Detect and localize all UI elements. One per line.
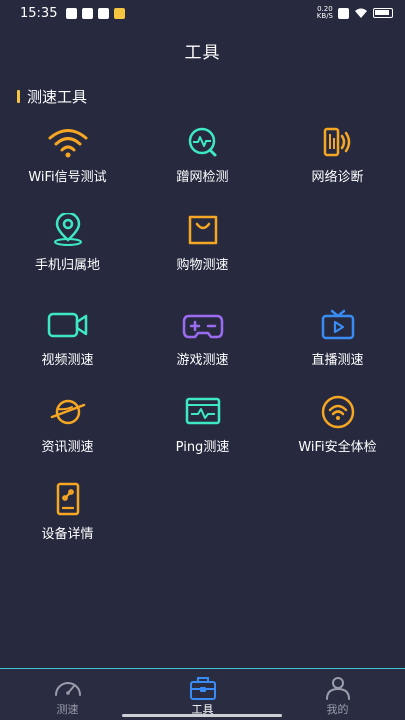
app-notification-icon <box>114 7 126 19</box>
tool-label: 设备详情 <box>41 527 94 542</box>
location-pin-icon <box>53 213 82 246</box>
tool-label: 购物测速 <box>176 258 229 273</box>
wifi-security-icon <box>321 395 354 429</box>
tool-ping-speed[interactable]: Ping测速 <box>135 395 270 465</box>
tool-label: 游戏测速 <box>176 353 229 368</box>
tool-label: Ping测速 <box>175 440 230 455</box>
home-indicator[interactable] <box>122 714 282 717</box>
speedometer-icon <box>54 682 81 696</box>
tool-wifi-signal-test[interactable]: WiFi信号测试 <box>0 125 135 195</box>
status-left: 15:35 <box>20 5 126 21</box>
tool-label: WiFi安全体检 <box>298 440 377 455</box>
ping-monitor-icon <box>185 397 220 425</box>
wifi-icon <box>48 129 87 158</box>
video-camera-icon <box>47 312 87 338</box>
tab-mine[interactable]: 我的 <box>270 669 405 717</box>
tool-news-speed[interactable]: 资讯测速 <box>0 395 135 465</box>
tab-label: 我的 <box>326 703 349 716</box>
toolbox-icon <box>189 677 216 700</box>
page-title: 工具 <box>184 43 221 63</box>
tool-label: 网络诊断 <box>311 170 364 185</box>
tool-label: 视频测速 <box>41 353 94 368</box>
tool-label: 手机归属地 <box>34 258 100 273</box>
device-phone-icon <box>56 482 79 516</box>
planet-icon <box>50 399 85 425</box>
message-icon <box>98 7 110 19</box>
net-speed-unit: KB/S <box>316 12 333 20</box>
tool-label: WiFi信号测试 <box>28 170 107 185</box>
tab-bar: 测速 工具 我的 <box>0 668 405 720</box>
net-speed: 0.20 KB/S <box>317 6 333 20</box>
sim-icon <box>338 7 349 19</box>
tool-live-speed[interactable]: 直播测速 <box>270 308 405 378</box>
tool-label: 蹭网检测 <box>176 170 229 185</box>
tool-phone-location[interactable]: 手机归属地 <box>0 213 135 283</box>
gamepad-icon <box>182 314 223 339</box>
section-title: 测速工具 <box>17 86 87 107</box>
tab-label: 测速 <box>56 703 79 716</box>
user-icon <box>325 677 350 700</box>
tool-network-check[interactable]: 蹭网检测 <box>135 125 270 195</box>
tool-wifi-security-check[interactable]: WiFi安全体检 <box>270 395 405 465</box>
status-bar: 15:35 0.20 KB/S <box>0 0 405 26</box>
tab-tools[interactable]: 工具 <box>135 669 270 717</box>
tool-device-details[interactable]: 设备详情 <box>0 482 135 552</box>
live-tv-icon <box>321 309 354 340</box>
network-check-icon <box>188 127 216 157</box>
status-right: 0.20 KB/S <box>317 6 393 20</box>
battery-icon <box>373 8 393 18</box>
tool-video-speed[interactable]: 视频测速 <box>0 308 135 378</box>
shopping-bag-icon <box>188 215 217 245</box>
tool-game-speed[interactable]: 游戏测速 <box>135 308 270 378</box>
tool-network-diagnosis[interactable]: 网络诊断 <box>270 125 405 195</box>
status-time: 15:35 <box>20 5 58 21</box>
wifi-status-icon <box>355 8 367 18</box>
tool-shopping-speed[interactable]: 购物测速 <box>135 213 270 283</box>
network-diagnosis-icon <box>323 127 350 157</box>
notification-icon <box>66 7 78 19</box>
section-title-text: 测速工具 <box>27 88 88 106</box>
section-accent-bar <box>17 90 20 103</box>
tool-label: 资讯测速 <box>41 440 94 455</box>
tab-speed-test[interactable]: 测速 <box>0 669 135 717</box>
tool-label: 直播测速 <box>311 353 364 368</box>
sync-icon <box>82 7 94 19</box>
